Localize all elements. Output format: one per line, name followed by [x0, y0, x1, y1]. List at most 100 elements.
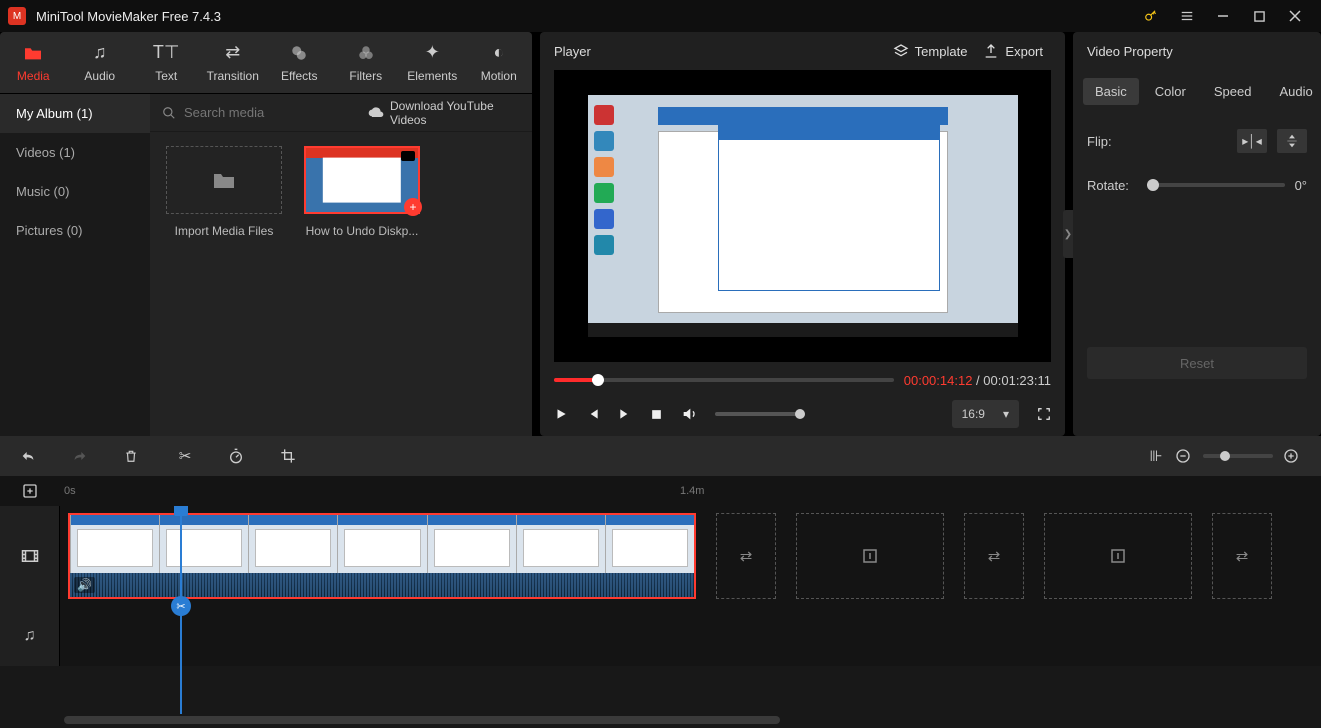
media-clip-thumbnail[interactable]: + [304, 146, 420, 214]
playhead-split-icon[interactable]: ✂ [171, 596, 191, 616]
search-input[interactable] [184, 105, 360, 120]
prop-tab-audio[interactable]: Audio [1267, 78, 1321, 105]
collapse-panel-button[interactable]: ❯ [1063, 210, 1073, 258]
prop-tab-speed[interactable]: Speed [1202, 78, 1264, 105]
template-icon [893, 43, 909, 59]
sidebar-item-myalbum[interactable]: My Album (1) [0, 94, 150, 133]
search-icon [162, 106, 176, 120]
tab-transition[interactable]: ⇄Transition [200, 32, 267, 93]
tab-audio[interactable]: ♫ Audio [67, 32, 134, 93]
import-media-button[interactable] [166, 146, 282, 214]
template-button[interactable]: Template [885, 43, 976, 59]
reset-button[interactable]: Reset [1087, 347, 1307, 379]
scrub-slider[interactable] [554, 378, 894, 382]
sidebar-item-pictures[interactable]: Pictures (0) [0, 211, 150, 250]
tab-elements[interactable]: ✦ Elements [399, 32, 466, 93]
tab-filters[interactable]: Filters [333, 32, 400, 93]
download-youtube-button[interactable]: Download YouTube Videos [368, 99, 520, 127]
chevron-down-icon: ▾ [1003, 407, 1009, 421]
transition-slot[interactable]: ⇄ [716, 513, 776, 599]
zoom-in-button[interactable] [1283, 448, 1301, 464]
rotate-slider[interactable] [1153, 183, 1285, 187]
minimize-button[interactable] [1205, 0, 1241, 32]
tab-effects[interactable]: Effects [266, 32, 333, 93]
crop-button[interactable] [280, 448, 298, 464]
tab-elements-label: Elements [407, 69, 457, 83]
add-to-timeline-icon[interactable]: + [404, 198, 422, 216]
prop-tab-basic[interactable]: Basic [1083, 78, 1139, 105]
tab-filters-label: Filters [349, 69, 382, 83]
ruler-tick: 1.4m [680, 485, 704, 497]
sidebar-item-music[interactable]: Music (0) [0, 172, 150, 211]
video-track-header[interactable] [0, 506, 60, 606]
zoom-slider[interactable] [1203, 454, 1273, 458]
maximize-button[interactable] [1241, 0, 1277, 32]
download-youtube-label: Download YouTube Videos [390, 99, 520, 127]
menu-icon[interactable] [1169, 0, 1205, 32]
stop-button[interactable] [650, 408, 663, 421]
tab-media-label: Media [17, 69, 50, 83]
sparkle-icon: ✦ [425, 43, 440, 63]
tab-text[interactable]: T⊤ Text [133, 32, 200, 93]
close-button[interactable] [1277, 0, 1313, 32]
export-label: Export [1005, 44, 1043, 59]
video-preview [554, 70, 1051, 362]
add-track-button[interactable] [0, 476, 60, 506]
empty-clip-slot[interactable] [1044, 513, 1192, 599]
flip-vertical-button[interactable] [1277, 129, 1307, 153]
filters-icon [357, 43, 375, 63]
ruler-tick: 0s [64, 485, 76, 497]
undo-button[interactable] [20, 449, 38, 463]
play-button[interactable] [554, 407, 568, 421]
transition-slot[interactable]: ⇄ [1212, 513, 1272, 599]
flip-horizontal-button[interactable]: ▸│◂ [1237, 129, 1267, 153]
redo-button[interactable] [72, 449, 90, 463]
time-display: 00:00:14:12 / 00:01:23:11 [904, 373, 1051, 388]
rotate-label: Rotate: [1087, 178, 1143, 193]
fullscreen-button[interactable] [1037, 407, 1051, 421]
playhead[interactable]: ✂ [180, 506, 182, 714]
prev-frame-button[interactable] [586, 407, 600, 421]
text-icon: T⊤ [153, 43, 180, 63]
export-icon [983, 43, 999, 59]
player-title: Player [554, 44, 591, 59]
upgrade-icon[interactable] [1133, 0, 1169, 32]
template-label: Template [915, 44, 968, 59]
prop-tab-color[interactable]: Color [1143, 78, 1198, 105]
effects-icon [290, 43, 308, 63]
transition-slot[interactable]: ⇄ [964, 513, 1024, 599]
export-button[interactable]: Export [975, 43, 1051, 59]
tab-media[interactable]: Media [0, 32, 67, 93]
volume-slider[interactable] [715, 412, 805, 416]
empty-clip-slot[interactable] [796, 513, 944, 599]
transition-icon: ⇄ [225, 43, 240, 63]
speed-button[interactable] [228, 448, 246, 464]
tab-audio-label: Audio [84, 69, 115, 83]
timeline-clip[interactable]: 🔊 [68, 513, 696, 599]
rotate-value: 0° [1295, 178, 1307, 193]
fit-zoom-button[interactable]: ⊪ [1147, 447, 1165, 465]
split-button[interactable]: ✂ [176, 447, 194, 465]
app-title: MiniTool MovieMaker Free 7.4.3 [36, 9, 1133, 24]
motion-icon: ◐ [493, 43, 504, 63]
next-frame-button[interactable] [618, 407, 632, 421]
tab-motion-label: Motion [481, 69, 517, 83]
volume-icon[interactable] [681, 406, 697, 422]
tab-effects-label: Effects [281, 69, 317, 83]
app-logo-icon: M [8, 7, 26, 25]
sidebar-item-videos[interactable]: Videos (1) [0, 133, 150, 172]
delete-button[interactable] [124, 448, 142, 464]
tab-text-label: Text [155, 69, 177, 83]
cloud-download-icon [368, 107, 384, 119]
clip-audio-icon: 🔊 [74, 577, 95, 593]
property-panel-title: Video Property [1073, 32, 1321, 70]
media-clip-label: How to Undo Diskp... [302, 224, 422, 238]
tab-motion[interactable]: ◐ Motion [466, 32, 533, 93]
aspect-ratio-select[interactable]: 16:9 ▾ [952, 400, 1019, 428]
aspect-ratio-value: 16:9 [962, 407, 985, 421]
audio-track-header[interactable]: ♫ [0, 606, 60, 666]
music-note-icon: ♫ [93, 43, 107, 63]
timeline-scrollbar[interactable] [64, 714, 1257, 726]
import-media-label: Import Media Files [164, 224, 284, 238]
zoom-out-button[interactable] [1175, 448, 1193, 464]
